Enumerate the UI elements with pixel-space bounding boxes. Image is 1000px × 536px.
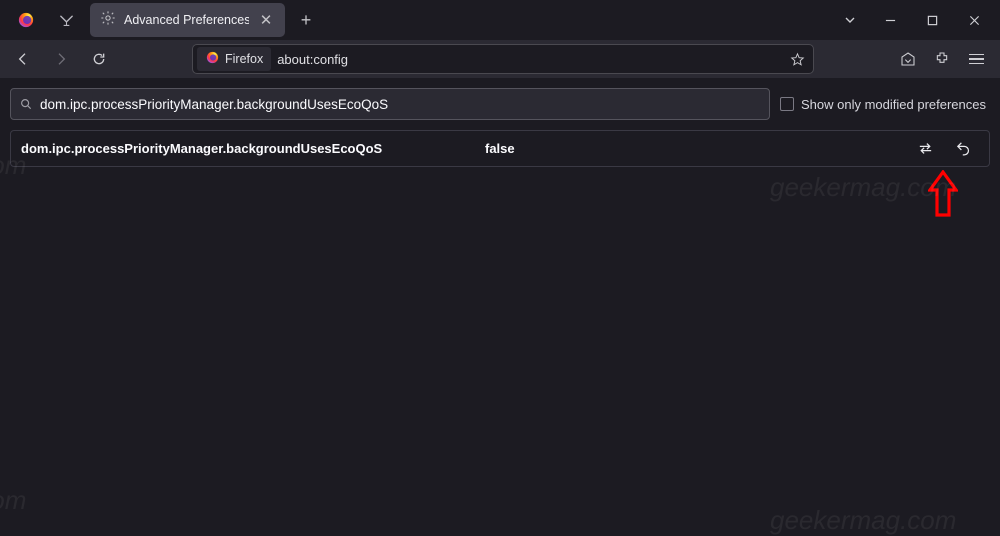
gear-icon bbox=[100, 10, 116, 31]
search-input[interactable] bbox=[40, 97, 761, 112]
pref-name[interactable]: dom.ipc.processPriorityManager.backgroun… bbox=[21, 141, 471, 156]
minimize-button[interactable] bbox=[870, 4, 910, 36]
pref-row: dom.ipc.processPriorityManager.backgroun… bbox=[11, 131, 989, 166]
reset-button[interactable] bbox=[947, 136, 979, 162]
url-text: about:config bbox=[277, 52, 779, 67]
save-to-pocket-button[interactable] bbox=[892, 44, 924, 74]
app-menu-button[interactable] bbox=[960, 44, 992, 74]
back-button[interactable] bbox=[8, 44, 38, 74]
pref-table: dom.ipc.processPriorityManager.backgroun… bbox=[10, 130, 990, 167]
reload-button[interactable] bbox=[84, 44, 114, 74]
toolbar-right bbox=[892, 44, 992, 74]
new-tab-button[interactable]: + bbox=[289, 3, 323, 37]
urlbar-wrap: Firefox about:config bbox=[192, 44, 814, 74]
search-row: Show only modified preferences bbox=[10, 88, 990, 120]
firefox-home-tab[interactable] bbox=[8, 3, 44, 37]
toolbar: Firefox about:config bbox=[0, 40, 1000, 78]
pocket-tab[interactable] bbox=[48, 3, 84, 37]
undo-icon bbox=[955, 140, 972, 157]
search-icon bbox=[19, 97, 33, 111]
watermark: geekermag.com bbox=[770, 505, 956, 536]
identity-box[interactable]: Firefox bbox=[197, 47, 271, 71]
search-box[interactable] bbox=[10, 88, 770, 120]
tab-title: Advanced Preferences bbox=[124, 13, 249, 27]
pref-actions bbox=[909, 136, 979, 162]
swap-icon bbox=[917, 140, 934, 157]
close-window-button[interactable] bbox=[954, 4, 994, 36]
tab-advanced-preferences[interactable]: Advanced Preferences ✕ bbox=[90, 3, 285, 37]
hamburger-icon bbox=[969, 54, 984, 65]
list-tabs-button[interactable] bbox=[830, 4, 870, 36]
annotation-arrow bbox=[928, 170, 958, 223]
show-modified-label: Show only modified preferences bbox=[801, 97, 986, 112]
extensions-button[interactable] bbox=[926, 44, 958, 74]
close-icon[interactable]: ✕ bbox=[257, 11, 275, 29]
show-only-modified-checkbox[interactable]: Show only modified preferences bbox=[780, 97, 990, 112]
urlbar[interactable]: Firefox about:config bbox=[192, 44, 814, 74]
toggle-button[interactable] bbox=[909, 136, 941, 162]
checkbox-icon bbox=[780, 97, 794, 111]
tab-bar: Advanced Preferences ✕ + bbox=[0, 0, 1000, 40]
about-config-content: Show only modified preferences dom.ipc.p… bbox=[0, 78, 1000, 177]
pref-value: false bbox=[471, 141, 909, 156]
watermark: geekermag.com bbox=[0, 485, 26, 516]
window-controls bbox=[870, 4, 1000, 36]
pinned-tabs bbox=[8, 3, 84, 37]
identity-label: Firefox bbox=[225, 52, 263, 66]
bookmark-star-button[interactable] bbox=[785, 52, 809, 67]
maximize-button[interactable] bbox=[912, 4, 952, 36]
firefox-icon bbox=[205, 50, 220, 68]
forward-button[interactable] bbox=[46, 44, 76, 74]
